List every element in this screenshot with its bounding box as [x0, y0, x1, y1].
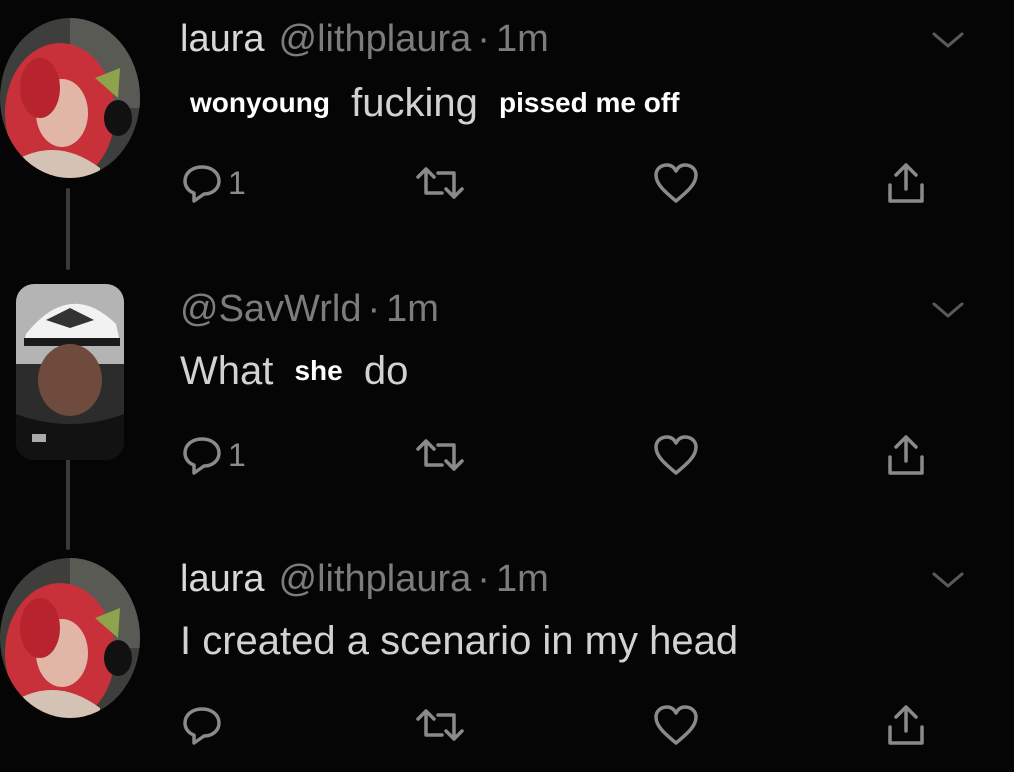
retweet-button[interactable]	[412, 158, 468, 208]
tweet[interactable]: laura @lithplaura · 1m wonyoung fucking pis…	[0, 0, 1014, 250]
tweet-text: I created a scenario in my head	[180, 619, 739, 663]
overlay-text: pissed me off	[492, 78, 686, 128]
retweet-icon	[416, 709, 464, 741]
tweet-header: @SavWrld · 1m	[180, 286, 439, 332]
timestamp[interactable]: 1m	[496, 558, 549, 600]
reply-count: 1	[228, 436, 246, 473]
reply-count: 1	[228, 164, 246, 201]
share-icon	[888, 705, 924, 745]
avatar[interactable]	[0, 18, 140, 178]
tweet-text: What she do	[180, 346, 408, 396]
share-icon	[888, 435, 924, 475]
tweet-header: laura @lithplaura · 1m	[180, 556, 549, 602]
tweet-actions: 1	[180, 430, 960, 480]
avatar[interactable]	[0, 558, 140, 718]
avatar[interactable]	[16, 284, 124, 460]
retweet-button[interactable]	[412, 700, 468, 750]
tweet-header: laura @lithplaura · 1m	[180, 16, 549, 62]
share-button[interactable]	[882, 700, 930, 750]
share-icon	[888, 163, 924, 203]
overlay-text: wonyoung	[184, 78, 336, 128]
tweet-actions: 1	[180, 158, 960, 208]
share-button[interactable]	[882, 158, 930, 208]
tweet-text-word: do	[363, 349, 409, 393]
tweet-text-word: What	[180, 349, 274, 393]
reply-button[interactable]	[180, 700, 228, 750]
separator-dot: ·	[477, 18, 490, 60]
reply-icon	[183, 437, 221, 475]
tweet[interactable]: laura @lithplaura · 1m I created a scenario…	[0, 540, 1014, 772]
display-name[interactable]: laura	[180, 558, 265, 600]
tweet[interactable]: @SavWrld · 1m What she do 1	[0, 270, 1014, 520]
retweet-button[interactable]	[412, 430, 468, 480]
tweet-actions	[180, 700, 960, 750]
separator-dot: ·	[477, 558, 490, 600]
like-button[interactable]	[652, 158, 700, 208]
reply-button[interactable]: 1	[180, 158, 246, 208]
reply-button[interactable]: 1	[180, 430, 246, 480]
like-button[interactable]	[652, 700, 700, 750]
username[interactable]: @lithplaura	[279, 558, 472, 600]
chevron-down-icon[interactable]	[928, 28, 968, 52]
retweet-icon	[416, 167, 464, 199]
heart-icon	[654, 435, 698, 475]
share-button[interactable]	[882, 430, 930, 480]
timestamp[interactable]: 1m	[386, 288, 439, 330]
timestamp[interactable]: 1m	[496, 18, 549, 60]
separator-dot: ·	[367, 288, 381, 330]
overlay-text: she	[288, 346, 349, 396]
display-name[interactable]: laura	[180, 18, 265, 60]
heart-icon	[654, 705, 698, 745]
tweet-text-word: fucking	[351, 81, 478, 125]
tweet-text: wonyoung fucking pissed me off	[180, 78, 689, 128]
reply-icon	[183, 165, 221, 203]
username[interactable]: @lithplaura	[279, 18, 472, 60]
retweet-icon	[416, 439, 464, 471]
username[interactable]: @SavWrld	[180, 288, 361, 330]
reply-icon	[183, 707, 221, 745]
heart-icon	[654, 163, 698, 203]
chevron-down-icon[interactable]	[928, 298, 968, 322]
chevron-down-icon[interactable]	[928, 568, 968, 592]
like-button[interactable]	[652, 430, 700, 480]
